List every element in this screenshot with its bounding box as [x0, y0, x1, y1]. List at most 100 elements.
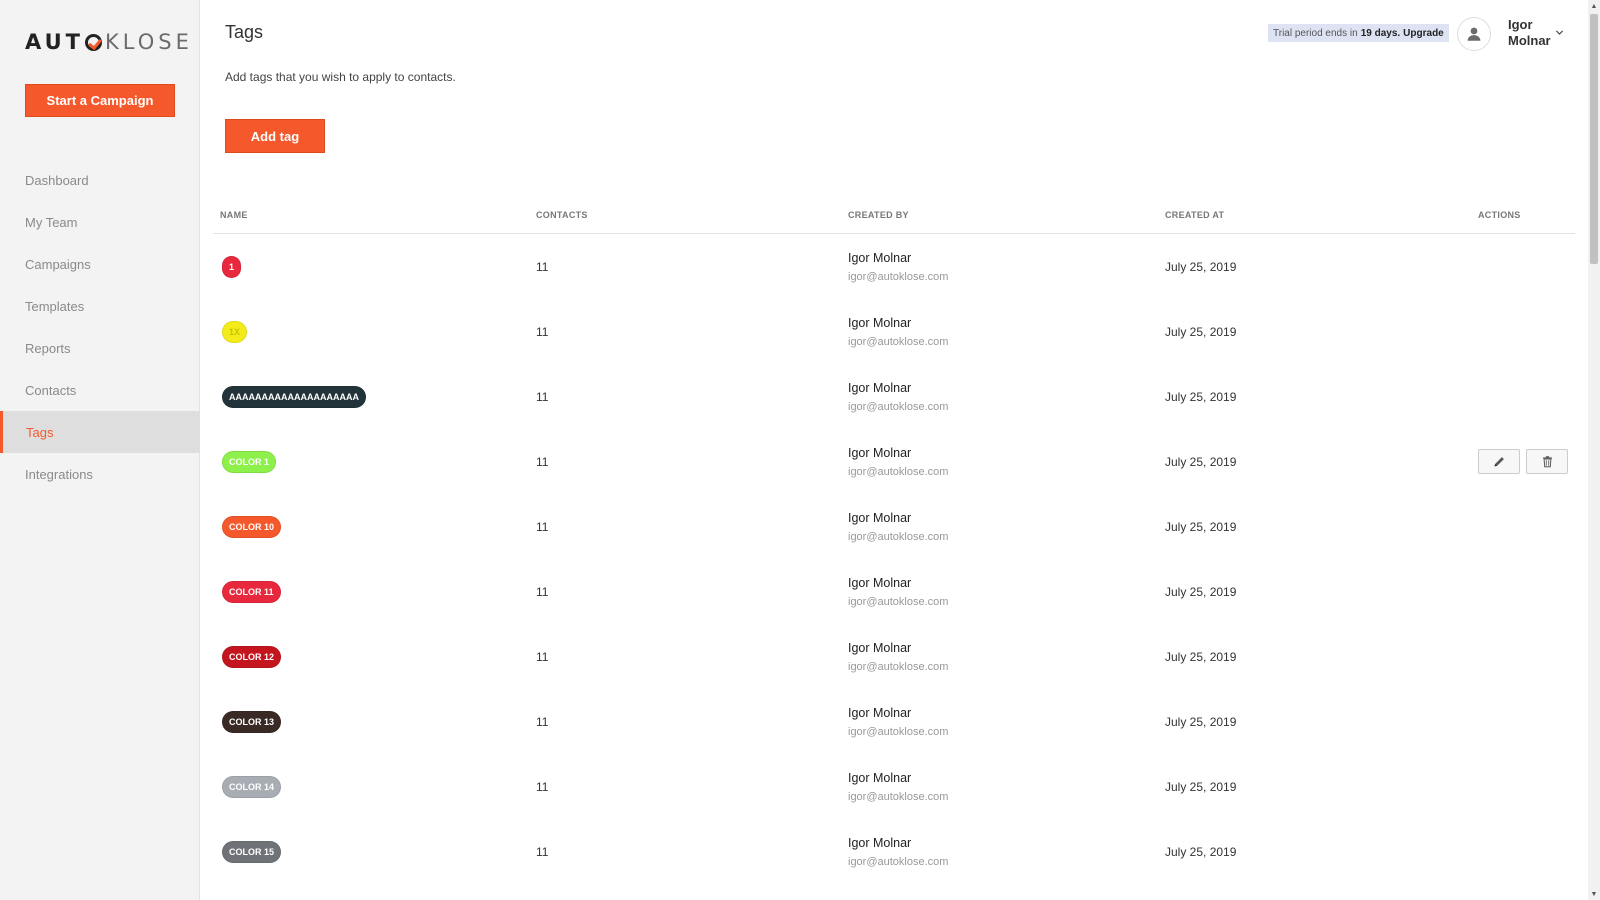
- contacts-count: 11: [536, 649, 549, 664]
- contacts-count: 11: [536, 389, 549, 404]
- contacts-count: 11: [536, 454, 549, 469]
- user-icon: [1467, 27, 1481, 41]
- add-tag-button[interactable]: Add tag: [225, 119, 325, 153]
- contacts-count: 11: [536, 779, 549, 794]
- table-row[interactable]: COLOR 15 11 Igor Molnar igor@autoklose.com J…: [213, 819, 1575, 884]
- table-header: NAME CONTACTS CREATED BY CREATED AT ACTI…: [213, 198, 1575, 234]
- contacts-count: 11: [536, 584, 549, 599]
- tag-pill[interactable]: COLOR 14: [222, 775, 282, 798]
- column-header-created-at[interactable]: CREATED AT: [1165, 210, 1224, 220]
- creator-email: igor@autoklose.com: [848, 660, 949, 673]
- tag-name-cell: 1X: [222, 299, 248, 364]
- created-at-date: July 25, 2019: [1165, 584, 1237, 599]
- created-by-cell: Igor Molnar igor@autoklose.com: [848, 559, 948, 624]
- table-row[interactable]: COLOR 13 11 Igor Molnar igor@autoklose.com J…: [213, 689, 1575, 754]
- created-by-cell: Igor Molnar igor@autoklose.com: [848, 624, 948, 689]
- column-header-name[interactable]: NAME: [220, 210, 248, 220]
- creator-name: Igor Molnar: [848, 315, 912, 330]
- contacts-count: 11: [536, 714, 549, 729]
- tag-pill[interactable]: COLOR 12: [222, 645, 282, 668]
- tag-name-cell: COLOR 15: [222, 819, 282, 884]
- created-by-cell: Igor Molnar igor@autoklose.com: [848, 299, 948, 364]
- table-row[interactable]: 1 11 Igor Molnar igor@autoklose.com July 25,…: [213, 234, 1575, 299]
- tag-pill[interactable]: AAAAAAAAAAAAAAAAAAAA: [222, 385, 366, 408]
- upgrade-link[interactable]: Upgrade: [1403, 28, 1444, 39]
- table-row[interactable]: 1X 11 Igor Molnar igor@autoklose.com July 25…: [213, 299, 1575, 364]
- autoklose-logo[interactable]: AUT KLOSE: [25, 30, 193, 54]
- creator-name: Igor Molnar: [848, 835, 912, 850]
- sidebar-item-integrations[interactable]: Integrations: [0, 453, 200, 495]
- tags-table: NAME CONTACTS CREATED BY CREATED AT ACTI…: [213, 198, 1575, 884]
- table-row[interactable]: COLOR 12 11 Igor Molnar igor@autoklose.com J…: [213, 624, 1575, 689]
- table-row[interactable]: COLOR 11 11 Igor Molnar igor@autoklose.com J…: [213, 559, 1575, 624]
- sidebar-item-dashboard[interactable]: Dashboard: [0, 159, 200, 201]
- contacts-count: 11: [536, 324, 549, 339]
- creator-name: Igor Molnar: [848, 640, 912, 655]
- created-at-date: July 25, 2019: [1165, 389, 1237, 404]
- sidebar-nav: Dashboard My Team Campaigns Templates Report…: [0, 159, 200, 495]
- tag-pill[interactable]: COLOR 10: [222, 515, 282, 538]
- column-header-contacts[interactable]: CONTACTS: [536, 210, 588, 220]
- delete-button[interactable]: [1526, 449, 1568, 474]
- scrollbar[interactable]: ▲ ▼: [1588, 0, 1600, 900]
- created-at-date: July 25, 2019: [1165, 519, 1237, 534]
- tag-name-cell: 1: [222, 234, 242, 299]
- tag-name-cell: COLOR 11: [222, 559, 281, 624]
- tag-pill[interactable]: 1: [222, 255, 242, 278]
- creator-email: igor@autoklose.com: [848, 855, 949, 868]
- sidebar-item-contacts[interactable]: Contacts: [0, 369, 200, 411]
- table-row[interactable]: COLOR 14 11 Igor Molnar igor@autoklose.com J…: [213, 754, 1575, 819]
- sidebar-item-tags[interactable]: Tags: [0, 411, 200, 453]
- created-by-cell: Igor Molnar igor@autoklose.com: [848, 234, 948, 299]
- tag-pill[interactable]: 1X: [222, 320, 248, 343]
- sidebar-item-my-team[interactable]: My Team: [0, 201, 200, 243]
- tag-name-cell: AAAAAAAAAAAAAAAAAAAA: [222, 364, 366, 429]
- tag-name-cell: COLOR 13: [222, 689, 282, 754]
- creator-email: igor@autoklose.com: [848, 790, 949, 803]
- created-at-date: July 25, 2019: [1165, 454, 1237, 469]
- page-subtitle: Add tags that you wish to apply to conta…: [225, 70, 456, 84]
- creator-email: igor@autoklose.com: [848, 465, 949, 478]
- tag-pill[interactable]: COLOR 11: [222, 580, 281, 603]
- tag-pill[interactable]: COLOR 13: [222, 710, 282, 733]
- tag-name-cell: COLOR 12: [222, 624, 282, 689]
- creator-email: igor@autoklose.com: [848, 335, 949, 348]
- created-at-date: July 25, 2019: [1165, 714, 1237, 729]
- created-by-cell: Igor Molnar igor@autoklose.com: [848, 689, 948, 754]
- trial-text: Trial period ends in: [1273, 27, 1358, 39]
- sidebar-item-reports[interactable]: Reports: [0, 327, 200, 369]
- table-row[interactable]: AAAAAAAAAAAAAAAAAAAA 11 Igor Molnar igor@au…: [213, 364, 1575, 429]
- column-header-created-by[interactable]: CREATED BY: [848, 210, 909, 220]
- created-by-cell: Igor Molnar igor@autoklose.com: [848, 494, 948, 559]
- tag-name-cell: COLOR 1: [222, 429, 277, 494]
- edit-button[interactable]: [1478, 449, 1520, 474]
- created-at-date: July 25, 2019: [1165, 324, 1237, 339]
- created-at-date: July 25, 2019: [1165, 649, 1237, 664]
- sidebar-item-campaigns[interactable]: Campaigns: [0, 243, 200, 285]
- sidebar: AUT KLOSE Start a Campaign Dashboard My T…: [0, 0, 200, 900]
- scroll-down-arrow-icon[interactable]: ▼: [1588, 888, 1600, 900]
- trial-days: 19 days.: [1360, 27, 1401, 39]
- creator-name: Igor Molnar: [848, 445, 912, 460]
- start-campaign-button[interactable]: Start a Campaign: [25, 84, 175, 117]
- created-at-date: July 25, 2019: [1165, 779, 1237, 794]
- user-avatar[interactable]: [1457, 17, 1491, 51]
- scrollbar-thumb[interactable]: [1590, 14, 1598, 264]
- logo-text-left: AUT: [25, 30, 84, 54]
- tag-pill[interactable]: COLOR 15: [222, 840, 282, 863]
- trash-icon: [1541, 455, 1554, 468]
- scroll-up-arrow-icon[interactable]: ▲: [1588, 0, 1600, 12]
- created-by-cell: Igor Molnar igor@autoklose.com: [848, 429, 948, 494]
- creator-name: Igor Molnar: [848, 510, 912, 525]
- creator-email: igor@autoklose.com: [848, 400, 949, 413]
- user-name[interactable]: Igor Molnar: [1508, 17, 1556, 49]
- chevron-down-icon[interactable]: [1554, 27, 1564, 37]
- tag-pill[interactable]: COLOR 1: [222, 450, 277, 473]
- contacts-count: 11: [536, 844, 549, 859]
- table-row[interactable]: COLOR 1 11 Igor Molnar igor@autoklose.com Ju…: [213, 429, 1575, 494]
- creator-name: Igor Molnar: [848, 380, 912, 395]
- created-by-cell: Igor Molnar igor@autoklose.com: [848, 819, 948, 884]
- table-row[interactable]: COLOR 10 11 Igor Molnar igor@autoklose.com J…: [213, 494, 1575, 559]
- sidebar-item-templates[interactable]: Templates: [0, 285, 200, 327]
- creator-email: igor@autoklose.com: [848, 530, 949, 543]
